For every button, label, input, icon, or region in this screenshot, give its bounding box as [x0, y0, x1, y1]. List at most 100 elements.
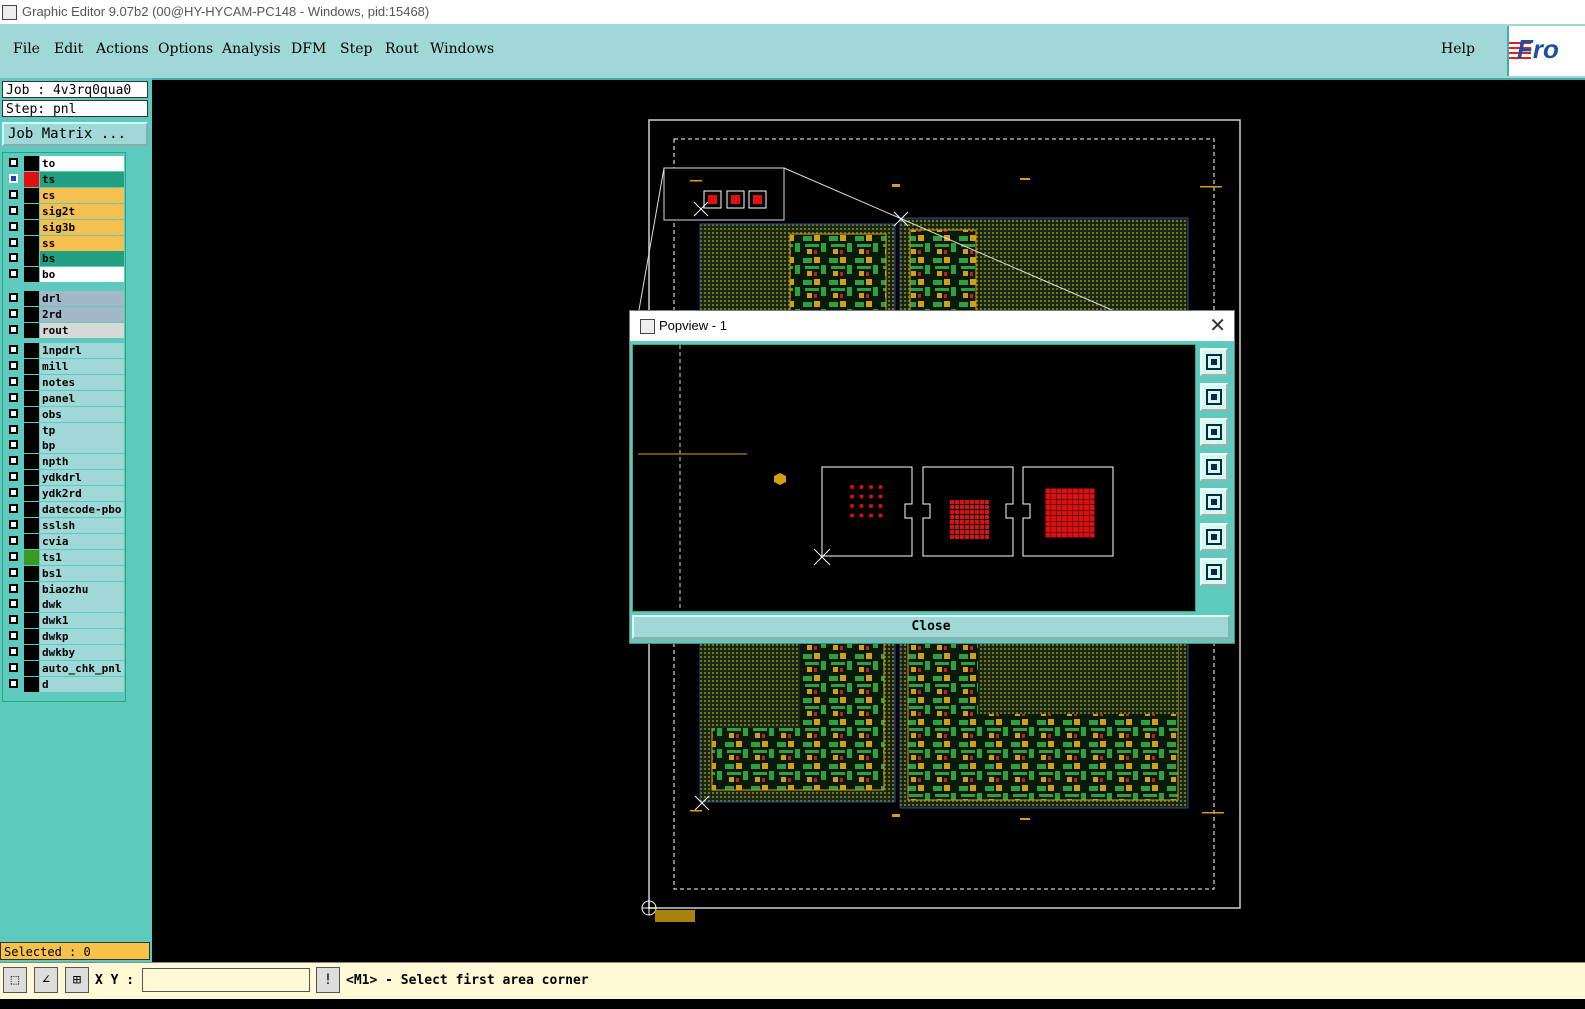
layer-row-notes[interactable]: notes — [6, 374, 124, 390]
grid-icon[interactable]: ⊞ — [65, 967, 89, 993]
layer-name[interactable]: rout — [40, 322, 124, 338]
layer-color-swatch[interactable] — [24, 358, 39, 374]
close-icon[interactable]: ✕ — [1209, 313, 1226, 338]
layer-color-swatch[interactable] — [24, 533, 39, 549]
layer-row-sig2t[interactable]: sig2t — [6, 203, 124, 219]
menu-actions[interactable]: Actions — [96, 41, 149, 57]
layer-color-swatch[interactable] — [24, 291, 39, 306]
layer-name[interactable]: cs — [40, 187, 124, 203]
layer-row-2rd[interactable]: 2rd — [6, 306, 124, 322]
layer-checkbox[interactable] — [9, 376, 18, 386]
layer-checkbox[interactable] — [9, 599, 18, 609]
layer-row-ydk2rd[interactable]: ydk2rd — [6, 486, 124, 502]
pan-down-icon[interactable] — [1200, 418, 1228, 446]
layer-name[interactable]: ts — [40, 171, 124, 187]
layer-name[interactable]: ss — [40, 235, 124, 251]
layer-name[interactable]: sig2t — [40, 203, 124, 219]
layer-name[interactable]: drl — [40, 291, 124, 306]
layer-name[interactable]: ts1 — [40, 549, 124, 565]
layer-color-swatch[interactable] — [24, 502, 39, 517]
layer-checkbox[interactable] — [9, 308, 18, 318]
zoom-fit-icon[interactable] — [1200, 523, 1228, 551]
layer-color-swatch[interactable] — [24, 517, 39, 533]
layer-checkbox[interactable] — [9, 158, 18, 167]
layer-checkbox[interactable] — [9, 456, 18, 466]
job-matrix-button[interactable]: Job Matrix ... — [2, 122, 148, 146]
layer-color-swatch[interactable] — [24, 251, 39, 267]
layer-row-dwk[interactable]: dwk — [6, 597, 124, 613]
layer-color-swatch[interactable] — [24, 203, 39, 219]
layer-name[interactable]: dwkby — [40, 645, 124, 661]
layer-checkbox[interactable] — [9, 583, 18, 593]
layer-row-1npdrl[interactable]: 1npdrl — [6, 343, 124, 358]
layer-checkbox[interactable] — [9, 615, 18, 625]
menu-dfm[interactable]: DFM — [291, 41, 326, 57]
layer-name[interactable]: d — [40, 676, 124, 692]
layer-checkbox[interactable] — [9, 519, 18, 529]
layer-color-swatch[interactable] — [24, 661, 39, 676]
layer-color-swatch[interactable] — [24, 581, 39, 597]
layer-color-swatch[interactable] — [24, 171, 39, 187]
alert-icon[interactable]: ! — [316, 967, 340, 993]
layer-name[interactable]: biaozhu — [40, 581, 124, 597]
layer-color-swatch[interactable] — [24, 322, 39, 338]
layer-name[interactable]: to — [40, 156, 124, 171]
layer-color-swatch[interactable] — [24, 470, 39, 486]
layer-color-swatch[interactable] — [24, 187, 39, 203]
select-mode-icon[interactable]: ⬚ — [3, 967, 27, 993]
layer-name[interactable]: mill — [40, 358, 124, 374]
layer-checkbox[interactable] — [9, 678, 18, 688]
layer-row-rout[interactable]: rout — [6, 322, 124, 338]
layer-name[interactable]: tp — [40, 422, 124, 438]
layer-name[interactable]: dwk — [40, 597, 124, 613]
center-icon[interactable] — [1200, 558, 1228, 586]
layer-checkbox[interactable] — [9, 345, 18, 354]
layer-color-swatch[interactable] — [24, 613, 39, 629]
menu-rout[interactable]: Rout — [385, 41, 419, 57]
layer-checkbox[interactable] — [9, 293, 18, 302]
zoom-window-icon[interactable] — [1200, 348, 1228, 376]
layer-checkbox[interactable] — [9, 189, 18, 199]
layer-color-swatch[interactable] — [24, 219, 39, 235]
pan-left-icon[interactable] — [1200, 453, 1228, 481]
layer-name[interactable]: cvia — [40, 533, 124, 549]
layer-checkbox[interactable] — [9, 408, 18, 418]
layer-row-mill[interactable]: mill — [6, 358, 124, 374]
layer-checkbox[interactable] — [9, 535, 18, 545]
layer-row-bp[interactable]: bp — [6, 438, 124, 454]
layer-color-swatch[interactable] — [24, 486, 39, 502]
layer-name[interactable]: dwkp — [40, 629, 124, 645]
layer-name[interactable]: ydk2rd — [40, 486, 124, 502]
layer-row-auto_chk_pnl[interactable]: auto_chk_pnl — [6, 661, 124, 676]
layer-row-ss[interactable]: ss — [6, 235, 124, 251]
layer-color-swatch[interactable] — [24, 438, 39, 454]
layer-row-dwkby[interactable]: dwkby — [6, 645, 124, 661]
layer-color-swatch[interactable] — [24, 156, 39, 171]
layer-checkbox[interactable] — [9, 551, 18, 561]
layer-name[interactable]: notes — [40, 374, 124, 390]
layer-checkbox[interactable] — [9, 324, 18, 334]
layer-name[interactable]: sslsh — [40, 517, 124, 533]
layer-color-swatch[interactable] — [24, 390, 39, 406]
layer-name[interactable]: panel — [40, 390, 124, 406]
menu-help[interactable]: Help — [1441, 41, 1475, 57]
layer-name[interactable]: ydkdrl — [40, 470, 124, 486]
layer-color-swatch[interactable] — [24, 597, 39, 613]
layer-color-swatch[interactable] — [24, 306, 39, 322]
layer-checkbox[interactable] — [9, 567, 18, 577]
layer-row-ydkdrl[interactable]: ydkdrl — [6, 470, 124, 486]
layer-checkbox[interactable] — [9, 237, 18, 247]
layer-row-datecode-pbo[interactable]: datecode-pbo — [6, 502, 124, 517]
layer-checkbox[interactable] — [9, 424, 18, 434]
layer-row-cvia[interactable]: cvia — [6, 533, 124, 549]
layer-name[interactable]: bp — [40, 438, 124, 454]
layer-name[interactable]: 2rd — [40, 306, 124, 322]
layer-row-panel[interactable]: panel — [6, 390, 124, 406]
layer-checkbox[interactable] — [9, 663, 18, 672]
pan-up-icon[interactable] — [1200, 383, 1228, 411]
layer-row-biaozhu[interactable]: biaozhu — [6, 581, 124, 597]
menu-step[interactable]: Step — [340, 41, 372, 57]
layer-checkbox[interactable] — [9, 253, 18, 263]
layer-row-to[interactable]: to — [6, 156, 124, 171]
layer-checkbox[interactable] — [9, 631, 18, 641]
